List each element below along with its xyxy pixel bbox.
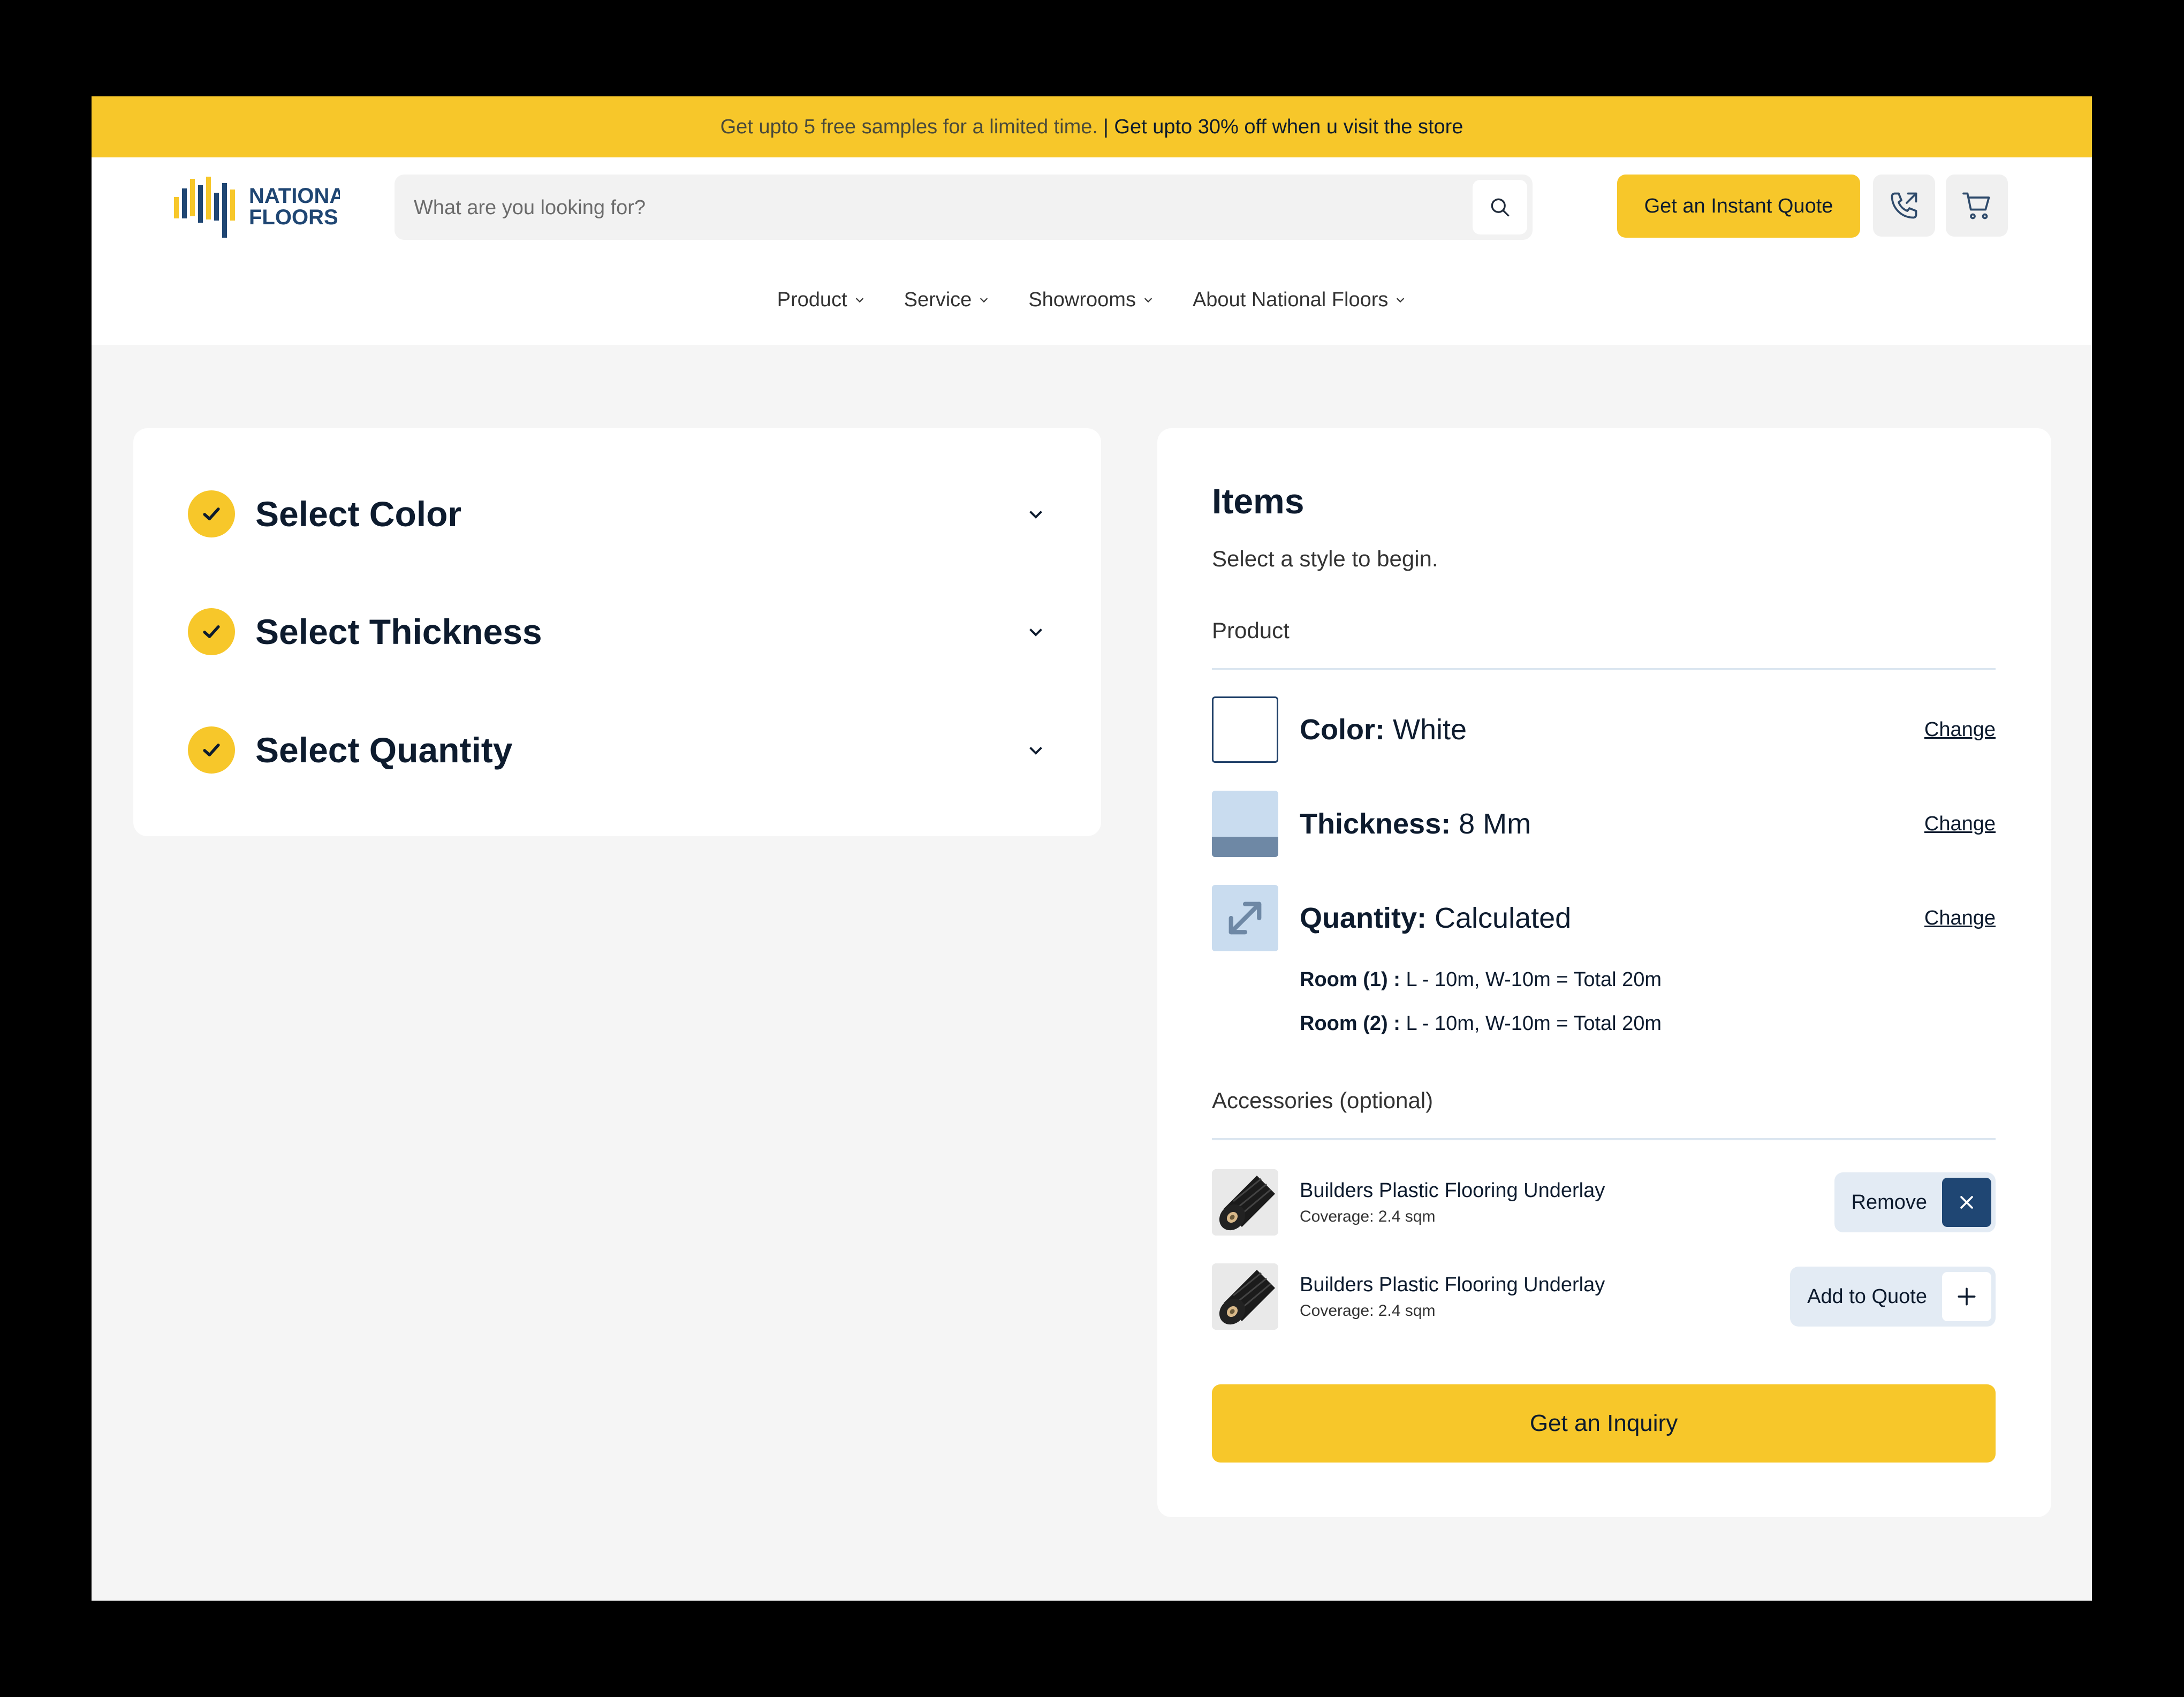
nav-showrooms-label: Showrooms bbox=[1028, 288, 1136, 311]
items-title: Items bbox=[1212, 481, 1305, 521]
color-key: Color: bbox=[1300, 714, 1385, 746]
nav-product[interactable]: Product bbox=[777, 289, 866, 312]
step-select-color[interactable]: Select Color bbox=[188, 487, 1046, 541]
nav-about-label: About National Floors bbox=[1192, 288, 1389, 311]
color-row: Color: White Change bbox=[1212, 696, 1996, 763]
get-inquiry-button[interactable]: Get an Inquiry bbox=[1212, 1384, 1996, 1463]
quantity-row: Quantity: Calculated Change bbox=[1212, 884, 1996, 952]
configurator-steps: Select Color Select Thickness Select Qua… bbox=[133, 428, 1101, 836]
color-swatch bbox=[1212, 696, 1278, 763]
color-value: White bbox=[1392, 714, 1467, 746]
check-icon bbox=[188, 608, 235, 655]
accessory-item: Builders Plastic Flooring Underlay Cover… bbox=[1212, 1168, 1996, 1237]
phone-icon bbox=[1891, 192, 1917, 219]
promo-text: Get upto 5 free samples for a limited ti… bbox=[720, 115, 1098, 138]
thickness-row: Thickness: 8 Mm Change bbox=[1212, 790, 1996, 858]
room-line: Room (1) : L - 10m, W-10m = Total 20m bbox=[1300, 968, 1662, 991]
resize-icon bbox=[1212, 885, 1278, 951]
remove-label: Remove bbox=[1851, 1191, 1928, 1214]
underlay-roll-image bbox=[1212, 1263, 1278, 1330]
quantity-key: Quantity: bbox=[1300, 902, 1427, 934]
main-nav: Product Service Showrooms About National… bbox=[92, 255, 2092, 345]
search-bar bbox=[395, 175, 1533, 241]
instant-quote-button[interactable]: Get an Instant Quote bbox=[1617, 175, 1860, 238]
room-name: Room (2) : bbox=[1300, 1012, 1400, 1035]
change-quantity-link[interactable]: Change bbox=[1924, 907, 1996, 930]
quantity-value: Calculated bbox=[1435, 902, 1572, 934]
room-detail: L - 10m, W-10m = Total 20m bbox=[1406, 1012, 1662, 1035]
nav-service[interactable]: Service bbox=[904, 289, 990, 312]
logo-line1: NATIONAL bbox=[249, 184, 340, 208]
thickness-value: 8 Mm bbox=[1459, 808, 1531, 840]
logo-line2: FLOORS bbox=[249, 206, 338, 229]
items-subtitle: Select a style to begin. bbox=[1212, 546, 1438, 571]
search-button[interactable] bbox=[1473, 180, 1527, 234]
step-label: Select Quantity bbox=[255, 730, 513, 770]
chevron-down-icon[interactable] bbox=[1025, 739, 1046, 761]
check-icon bbox=[188, 726, 235, 774]
accessory-name: Builders Plastic Flooring Underlay bbox=[1300, 1273, 1605, 1296]
change-color-link[interactable]: Change bbox=[1924, 718, 1996, 741]
divider bbox=[1212, 668, 1996, 670]
thickness-key: Thickness: bbox=[1300, 808, 1451, 840]
check-icon bbox=[188, 490, 235, 537]
thickness-swatch bbox=[1212, 791, 1278, 857]
step-label: Select Thickness bbox=[255, 612, 542, 651]
close-icon bbox=[1942, 1178, 1991, 1227]
change-thickness-link[interactable]: Change bbox=[1924, 813, 1996, 836]
cart-button[interactable] bbox=[1946, 175, 2008, 237]
page-frame: Get upto 5 free samples for a limited ti… bbox=[92, 96, 2092, 1601]
remove-accessory-button[interactable]: Remove bbox=[1834, 1172, 1996, 1232]
chevron-down-icon bbox=[855, 298, 863, 303]
phone-button[interactable] bbox=[1873, 175, 1935, 237]
accessories-section-label: Accessories (optional) bbox=[1212, 1088, 1434, 1113]
chevron-down-icon bbox=[1397, 298, 1405, 303]
add-to-quote-label: Add to Quote bbox=[1807, 1285, 1927, 1308]
plus-icon bbox=[1942, 1272, 1991, 1321]
search-icon bbox=[1491, 198, 1510, 217]
nav-about[interactable]: About National Floors bbox=[1193, 289, 1406, 312]
accessory-name: Builders Plastic Flooring Underlay bbox=[1300, 1179, 1605, 1202]
add-to-quote-button[interactable]: Add to Quote bbox=[1790, 1267, 1996, 1327]
items-summary: Items Select a style to begin. Product C… bbox=[1157, 428, 2051, 1517]
accessory-coverage: Coverage: 2.4 sqm bbox=[1300, 1207, 1436, 1225]
room-name: Room (1) : bbox=[1300, 968, 1400, 991]
nav-service-label: Service bbox=[904, 288, 972, 311]
chevron-down-icon bbox=[1144, 298, 1152, 303]
nav-showrooms[interactable]: Showrooms bbox=[1028, 289, 1154, 312]
header: NATIONAL FLOORS Get an Instant Quote bbox=[92, 157, 2092, 256]
promo-banner: Get upto 5 free samples for a limited ti… bbox=[92, 96, 2092, 157]
product-section-label: Product bbox=[1212, 618, 1290, 643]
step-label: Select Color bbox=[255, 494, 462, 534]
divider bbox=[1212, 1138, 1996, 1140]
chevron-down-icon bbox=[980, 298, 988, 303]
step-select-quantity[interactable]: Select Quantity bbox=[188, 723, 1046, 777]
logo[interactable]: NATIONAL FLOORS bbox=[174, 173, 340, 238]
room-detail: L - 10m, W-10m = Total 20m bbox=[1406, 968, 1662, 991]
nav-product-label: Product bbox=[777, 288, 847, 311]
promo-highlight: | Get upto 30% off when u visit the stor… bbox=[1103, 115, 1463, 138]
search-input[interactable] bbox=[413, 175, 1432, 241]
step-select-thickness[interactable]: Select Thickness bbox=[188, 605, 1046, 658]
room-line: Room (2) : L - 10m, W-10m = Total 20m bbox=[1300, 1012, 1662, 1035]
underlay-roll-image bbox=[1212, 1169, 1278, 1236]
chevron-down-icon[interactable] bbox=[1025, 503, 1046, 525]
chevron-down-icon[interactable] bbox=[1025, 621, 1046, 642]
accessory-item: Builders Plastic Flooring Underlay Cover… bbox=[1212, 1262, 1996, 1331]
accessory-coverage: Coverage: 2.4 sqm bbox=[1300, 1301, 1436, 1320]
cart-icon bbox=[1962, 192, 1990, 219]
